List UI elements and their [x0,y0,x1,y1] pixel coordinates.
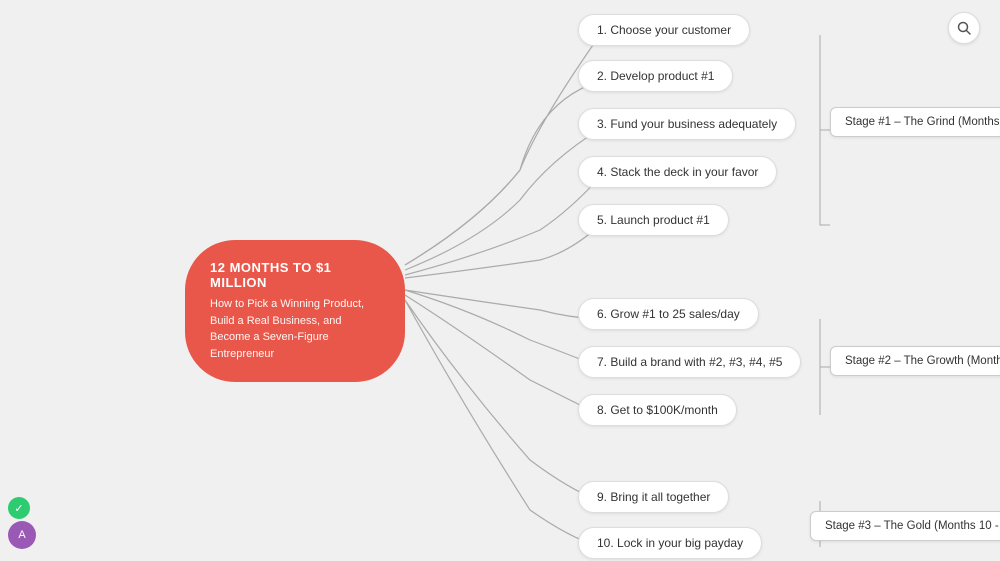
stage-node-s3[interactable]: Stage #3 – The Gold (Months 10 - 12) [810,511,1000,541]
topic-node-2[interactable]: 2. Develop product #1 [578,60,733,92]
topic-node-5[interactable]: 5. Launch product #1 [578,204,729,236]
topic-node-9[interactable]: 9. Bring it all together [578,481,729,513]
avatar[interactable]: A [8,521,36,549]
stage-node-s1[interactable]: Stage #1 – The Grind (Months 1 - 4) [830,107,1000,137]
center-title: 12 MONTHS TO $1 MILLION [210,260,380,290]
topic-node-10[interactable]: 10. Lock in your big payday [578,527,762,559]
center-subtitle: How to Pick a Winning Product, Build a R… [210,296,380,362]
topic-node-7[interactable]: 7. Build a brand with #2, #3, #4, #5 [578,346,801,378]
stage-node-s2[interactable]: Stage #2 – The Growth (Months 5 [830,346,1000,376]
topic-node-1[interactable]: 1. Choose your customer [578,14,750,46]
topic-node-8[interactable]: 8. Get to $100K/month [578,394,737,426]
check-icon: ✓ [14,502,23,515]
center-node: 12 MONTHS TO $1 MILLION How to Pick a Wi… [185,240,405,382]
search-icon [957,21,971,35]
topic-node-6[interactable]: 6. Grow #1 to 25 sales/day [578,298,759,330]
topic-node-4[interactable]: 4. Stack the deck in your favor [578,156,777,188]
search-button[interactable] [948,12,980,44]
topic-node-3[interactable]: 3. Fund your business adequately [578,108,796,140]
avatar-letter: A [18,529,25,541]
check-button[interactable]: ✓ [8,497,30,519]
